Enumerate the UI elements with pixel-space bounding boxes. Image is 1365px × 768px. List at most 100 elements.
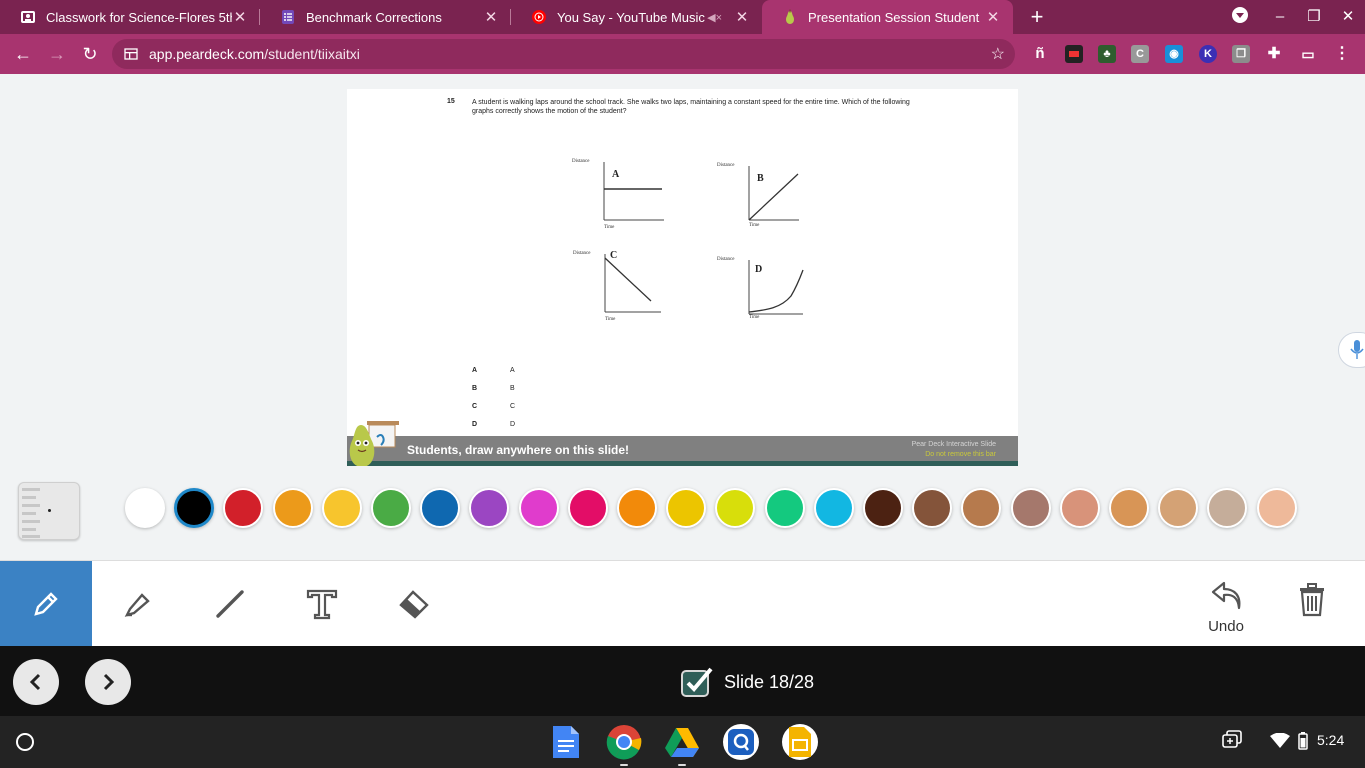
maximize-icon[interactable]: ❐ <box>1303 6 1325 28</box>
color-swatch[interactable] <box>666 488 707 528</box>
clear-drawing-button[interactable] <box>1298 583 1326 622</box>
eraser-icon <box>399 590 429 619</box>
address-bar[interactable]: app.peardeck.com/student/tiixaitxi ☆ <box>112 39 1015 69</box>
eraser-tool-button[interactable] <box>368 561 460 647</box>
extension-enye-icon[interactable]: ñ <box>1031 45 1049 63</box>
trash-icon <box>1300 583 1324 617</box>
extension-copy-icon[interactable]: ❐ <box>1232 45 1250 63</box>
color-swatch[interactable] <box>125 488 165 528</box>
color-swatch[interactable] <box>1207 488 1248 528</box>
extensions-puzzle-icon[interactable]: ✚ <box>1265 45 1283 63</box>
text-tool-button[interactable] <box>276 561 368 647</box>
color-swatch[interactable] <box>272 488 313 528</box>
reload-icon[interactable]: ↻ <box>78 42 102 66</box>
forward-icon[interactable]: → <box>45 42 69 66</box>
slide-canvas[interactable]: 15 A student is walking laps around the … <box>347 89 1018 466</box>
color-swatch[interactable] <box>223 488 264 528</box>
choice-text: A <box>510 367 515 374</box>
text-icon <box>306 589 338 620</box>
tab-title: Benchmark Corrections <box>306 9 442 25</box>
color-swatch[interactable] <box>1158 488 1199 528</box>
banner-message: Students, draw anywhere on this slide! <box>407 443 630 457</box>
graph-letter: D <box>755 264 763 275</box>
undo-button[interactable]: Undo <box>1190 579 1262 635</box>
undo-label: Undo <box>1208 618 1244 635</box>
slide-counter-text: Slide 18/28 <box>724 671 815 692</box>
close-tab-icon[interactable]: ✕ <box>483 8 499 26</box>
pen-size-picker[interactable] <box>18 482 80 540</box>
color-swatch[interactable] <box>863 488 903 528</box>
screen-capture-icon[interactable] <box>1222 730 1242 753</box>
pen-icon <box>34 592 58 616</box>
graph-b: Distance B Time <box>717 163 817 238</box>
peardeck-icon <box>782 9 798 25</box>
tab-title: You Say - YouTube Music <box>557 9 705 25</box>
clock[interactable]: 5:24 <box>1317 732 1344 748</box>
tab-youtube-music[interactable]: You Say - YouTube Music ◀× ✕ <box>511 0 762 34</box>
chevron-right-icon <box>103 673 115 691</box>
color-swatch[interactable] <box>1109 488 1149 528</box>
close-tab-icon[interactable]: ✕ <box>232 8 248 26</box>
extension-screen-icon[interactable] <box>1065 45 1083 63</box>
site-info-icon[interactable] <box>124 47 138 61</box>
back-icon[interactable]: ← <box>11 42 35 66</box>
slides-app-icon[interactable] <box>782 724 818 760</box>
extension-c-icon[interactable]: C <box>1131 45 1149 63</box>
extension-tree-icon[interactable]: ♣ <box>1098 45 1116 63</box>
color-swatch[interactable] <box>469 488 510 528</box>
bookmark-star-icon[interactable]: ☆ <box>991 44 1005 64</box>
color-swatch[interactable] <box>1256 488 1297 528</box>
minimize-icon[interactable]: ‒ <box>1269 6 1291 28</box>
tab-search-icon[interactable] <box>1229 6 1251 28</box>
color-swatch[interactable] <box>518 488 559 528</box>
color-swatch[interactable] <box>321 488 362 528</box>
color-swatch[interactable] <box>961 488 1002 528</box>
close-tab-icon[interactable]: ✕ <box>734 8 750 26</box>
graph-y-label: Distance <box>573 251 591 256</box>
tab-classwork[interactable]: Classwork for Science-Flores 5th ✕ <box>0 0 260 34</box>
launcher-icon[interactable] <box>16 733 34 751</box>
classroom-icon <box>20 9 36 25</box>
graph-x-label: Time <box>604 225 615 230</box>
pen-tool-button[interactable] <box>0 561 92 647</box>
color-swatch[interactable] <box>617 488 657 528</box>
color-swatch[interactable] <box>1010 488 1051 528</box>
close-window-icon[interactable]: ✕ <box>1337 6 1359 28</box>
quizizz-app-icon[interactable] <box>723 724 759 760</box>
audio-muted-icon[interactable]: ◀× <box>707 11 722 24</box>
color-swatch[interactable] <box>567 488 608 528</box>
color-swatch[interactable] <box>1059 488 1100 528</box>
color-swatch[interactable] <box>715 488 756 528</box>
forms-icon <box>280 9 296 25</box>
tab-presentation-session[interactable]: Presentation Session Student ✕ <box>762 0 1013 34</box>
color-swatch[interactable] <box>813 488 854 528</box>
drive-app-icon[interactable] <box>664 724 700 766</box>
slide-navigation-bar: Slide 18/28 <box>0 646 1365 716</box>
new-tab-button[interactable]: + <box>1024 4 1050 30</box>
choice-letter: A <box>472 367 478 374</box>
highlighter-tool-button[interactable] <box>92 561 184 647</box>
extension-kami-icon[interactable]: K <box>1199 45 1217 63</box>
previous-slide-button[interactable] <box>13 659 59 705</box>
color-swatch[interactable] <box>420 488 461 528</box>
cast-icon[interactable]: ▭ <box>1299 45 1317 63</box>
line-tool-button[interactable] <box>184 561 276 647</box>
chrome-app-icon[interactable] <box>606 724 642 766</box>
extension-globe-icon[interactable]: ◉ <box>1165 45 1183 63</box>
close-tab-icon[interactable]: ✕ <box>985 8 1001 26</box>
answer-choice: AA <box>472 367 515 374</box>
menu-kebab-icon[interactable]: ⋮ <box>1333 45 1351 63</box>
tab-benchmark-corrections[interactable]: Benchmark Corrections ✕ <box>260 0 511 34</box>
battery-icon[interactable] <box>1298 732 1308 753</box>
highlighter-icon <box>124 593 150 617</box>
wifi-icon[interactable] <box>1270 732 1290 752</box>
color-swatch[interactable] <box>764 488 805 528</box>
voice-input-button[interactable] <box>1338 332 1365 368</box>
color-swatch[interactable] <box>174 488 215 528</box>
line-icon <box>216 590 244 618</box>
color-swatch[interactable] <box>371 488 411 528</box>
color-swatch[interactable] <box>912 488 953 528</box>
next-slide-button[interactable] <box>85 659 131 705</box>
docs-app-icon[interactable] <box>547 724 583 760</box>
drawing-tools-bar: Undo <box>0 560 1365 647</box>
